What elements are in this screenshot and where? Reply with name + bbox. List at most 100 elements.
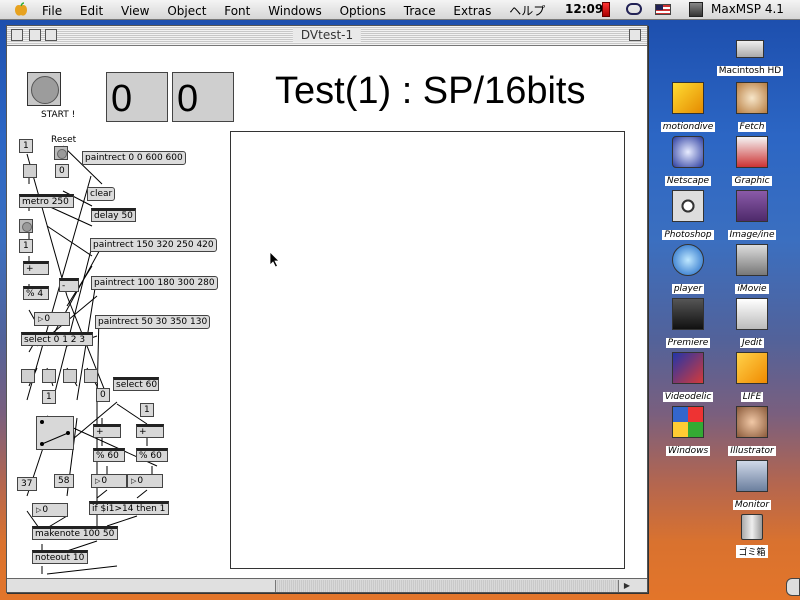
desktop-icon-player[interactable]: player [654, 244, 722, 295]
desktop-icon-trash[interactable]: ゴミ箱 [718, 514, 786, 559]
reset-number-box[interactable]: 0 [55, 164, 69, 178]
gswitch-icon[interactable] [36, 416, 74, 450]
modulo-4-object[interactable]: % 4 [23, 286, 49, 300]
desktop-icon-windows[interactable]: Windows [654, 406, 722, 457]
desktop-icon-netscape[interactable]: Netscape [654, 136, 722, 187]
message-clear[interactable]: clear [87, 187, 116, 201]
number-box[interactable]: 1 [19, 239, 33, 253]
zoom-box-icon[interactable] [29, 29, 41, 41]
desktop-icon-label: Photoshop [662, 230, 714, 240]
desktop-icon-imovie[interactable]: iMovie [718, 244, 786, 295]
patch-heading: Test(1) : SP/16bits [275, 70, 586, 112]
menubar-clock[interactable]: 12:09 [565, 2, 603, 16]
number-box[interactable]: 0 [91, 474, 127, 488]
if-expression-object[interactable]: if $i1>14 then 1 [89, 501, 169, 515]
plus-object[interactable]: + [136, 424, 164, 438]
start-button[interactable] [27, 72, 61, 106]
menu-help[interactable]: ヘルプ [509, 2, 545, 19]
number-box[interactable]: 0 [127, 474, 163, 488]
menu-edit[interactable]: Edit [80, 4, 103, 18]
desktop-icon-label: Premiere [665, 338, 711, 348]
toggle[interactable] [84, 369, 98, 383]
select-0123-object[interactable]: select 0 1 2 3 [21, 332, 93, 346]
makenote-object[interactable]: makenote 100 50 [32, 526, 118, 540]
fetch-dog-icon [736, 82, 768, 114]
toggle[interactable] [21, 369, 35, 383]
desktop-icon-monitor[interactable]: Monitor [718, 460, 786, 511]
number-box[interactable]: 1 [42, 390, 56, 404]
horizontal-scrollbar[interactable]: ◀ ▶ [7, 578, 647, 592]
counter-display-left[interactable]: 0 [106, 72, 168, 122]
message-paintrect-c[interactable]: paintrect 50 30 350 130 [95, 315, 211, 329]
desktop-icon-life[interactable]: LIFE [718, 352, 786, 403]
menu-extras[interactable]: Extras [453, 4, 491, 18]
desktop-icon-graphic[interactable]: Graphic [718, 136, 786, 187]
number-box[interactable]: 1 [140, 403, 154, 417]
image-line-icon [736, 190, 768, 222]
number-box[interactable]: 37 [17, 477, 37, 491]
menu-view[interactable]: View [121, 4, 149, 18]
modulo-60-object[interactable]: % 60 [93, 448, 125, 462]
desktop-icon-videodelic[interactable]: Videodelic [654, 352, 722, 403]
menu-file[interactable]: File [42, 4, 62, 18]
desktop-icon-illustrator[interactable]: Illustrator [718, 406, 786, 457]
modulo-60-object[interactable]: % 60 [136, 448, 168, 462]
toggle[interactable] [63, 369, 77, 383]
scroll-right-arrow-icon[interactable]: ▶ [621, 580, 633, 592]
number-box[interactable]: 58 [54, 474, 74, 488]
menu-font[interactable]: Font [224, 4, 250, 18]
number-box[interactable]: 1 [19, 139, 33, 153]
scroll-track[interactable] [275, 580, 619, 592]
desktop-icon-label: Videodelic [662, 392, 714, 402]
desktop-icon-label: Illustrator [728, 446, 776, 456]
premiere-icon [672, 298, 704, 330]
phone-icon[interactable] [626, 3, 642, 15]
menu-object[interactable]: Object [167, 4, 206, 18]
menu-windows[interactable]: Windows [268, 4, 322, 18]
window-title-bar[interactable]: DVtest-1 [7, 26, 647, 46]
desktop-icon-photoshop[interactable]: Photoshop [654, 190, 722, 241]
lcd-canvas[interactable] [230, 131, 625, 569]
desktop-icon-jedit[interactable]: Jedit [718, 298, 786, 349]
window-shade-icon[interactable] [629, 29, 641, 41]
counter-display-right[interactable]: 0 [172, 72, 234, 122]
menu-bar: File Edit View Object Font Windows Optio… [0, 0, 800, 20]
battery-icon[interactable] [602, 2, 610, 17]
noteout-object[interactable]: noteout 10 [32, 550, 88, 564]
hard-drive-icon [736, 40, 764, 58]
speaker-control-strip-icon[interactable] [786, 578, 800, 596]
message-paintrect-b[interactable]: paintrect 100 180 300 280 [91, 276, 218, 290]
desktop-icon-fetch[interactable]: Fetch [718, 82, 786, 133]
select-60-object[interactable]: select 60 [113, 377, 159, 391]
number-box[interactable]: 0 [96, 388, 110, 402]
number-box[interactable]: 0 [32, 503, 68, 517]
application-menu-name[interactable]: MaxMSP 4.1 [711, 2, 784, 16]
desktop-icon-imageline[interactable]: Image/ine [718, 190, 786, 241]
patch-canvas[interactable]: START ! 0 0 Test(1) : SP/16bits Reset 1 … [7, 46, 647, 578]
bang[interactable] [19, 219, 33, 233]
collapse-box-icon[interactable] [45, 29, 57, 41]
plus-object[interactable]: + [93, 424, 121, 438]
mouse-pointer-icon [269, 251, 280, 268]
toggle[interactable] [42, 369, 56, 383]
metro-object[interactable]: metro 250 [19, 194, 74, 208]
menu-options[interactable]: Options [340, 4, 386, 18]
application-menu-icon[interactable] [689, 2, 703, 17]
close-box-icon[interactable] [11, 29, 23, 41]
message-paintrect-a[interactable]: paintrect 150 320 250 420 [90, 238, 217, 252]
desktop-icon-macintosh-hd[interactable]: Macintosh HD [716, 40, 784, 77]
desktop-icon-premiere[interactable]: Premiere [654, 298, 722, 349]
illustrator-venus-icon [736, 406, 768, 438]
apple-menu-icon[interactable] [14, 2, 28, 17]
reset-bang[interactable] [54, 146, 68, 160]
menu-trace[interactable]: Trace [404, 4, 436, 18]
toggle[interactable] [23, 164, 37, 178]
number-box[interactable]: 0 [34, 312, 70, 326]
keyboard-layout-flag-icon[interactable] [655, 4, 671, 15]
message-paintrect-full[interactable]: paintrect 0 0 600 600 [82, 151, 186, 165]
plus-object[interactable]: + [23, 261, 49, 275]
minus-object[interactable]: - [59, 278, 79, 292]
resize-grip-icon[interactable] [635, 580, 647, 592]
delay-object[interactable]: delay 50 [91, 208, 136, 222]
desktop-icon-motiondive[interactable]: motiondive [654, 82, 722, 133]
